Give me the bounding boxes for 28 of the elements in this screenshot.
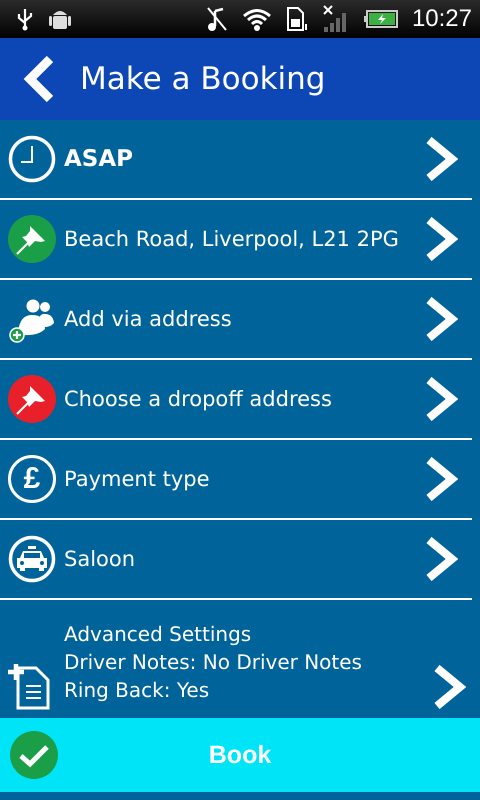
music-off-icon [206, 6, 228, 32]
screen-title: Make a Booking [80, 61, 326, 97]
chevron-icon[interactable] [424, 216, 458, 262]
clock-icon [8, 135, 56, 183]
clock-time: 10:27 [412, 5, 472, 33]
settings-line: Ring Back: Yes [64, 677, 210, 704]
settings-line: Advanced Settings [64, 621, 252, 648]
settings-line: Driver Notes: No Driver Notes [64, 649, 363, 676]
option-label[interactable]: ASAP [64, 146, 416, 172]
option-label[interactable]: Saloon [64, 547, 416, 571]
usb-icon [16, 7, 34, 31]
battery-icon [364, 10, 398, 28]
sim-card-icon [286, 6, 308, 32]
chevron-icon[interactable] [424, 376, 458, 422]
chevron-icon[interactable] [424, 456, 458, 502]
option-label[interactable]: Add via address [64, 307, 416, 331]
taxi-icon [8, 535, 56, 583]
wifi-icon [242, 7, 272, 31]
chevron-icon[interactable] [424, 536, 458, 582]
option-label[interactable]: Beach Road, Liverpool, L21 2PG [64, 227, 416, 251]
chevron-icon[interactable] [424, 296, 458, 342]
option-label[interactable]: Choose a dropoff address [64, 387, 416, 411]
chevron-icon[interactable] [432, 664, 466, 710]
chevron-icon[interactable] [424, 136, 458, 182]
option-label[interactable]: Payment type [64, 467, 416, 491]
pound-icon: £ [8, 455, 56, 503]
back-icon[interactable] [22, 55, 56, 103]
checkmark-icon [10, 731, 58, 779]
